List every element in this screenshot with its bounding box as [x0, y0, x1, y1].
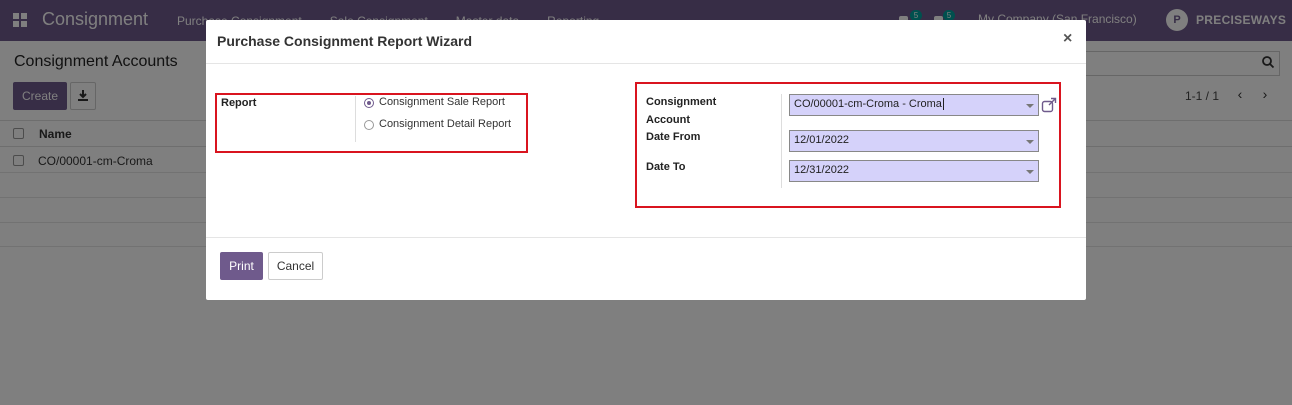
external-link-icon[interactable]	[1041, 97, 1057, 113]
cancel-button[interactable]: Cancel	[268, 252, 323, 280]
report-wizard-dialog: Purchase Consignment Report Wizard × Rep…	[206, 20, 1086, 300]
account-label-line1: Consignment	[646, 96, 717, 108]
date-from-value: 12/01/2022	[794, 134, 850, 146]
date-from-label: Date From	[646, 131, 701, 143]
print-button[interactable]: Print	[220, 252, 263, 280]
date-from-input[interactable]: 12/01/2022	[789, 130, 1039, 152]
modal-header: Purchase Consignment Report Wizard ×	[206, 20, 1086, 64]
radio-label-detail-report[interactable]: Consignment Detail Report	[379, 118, 511, 130]
radio-label-sale-report[interactable]: Consignment Sale Report	[379, 96, 505, 108]
close-icon[interactable]: ×	[1063, 30, 1072, 48]
date-to-input[interactable]: 12/31/2022	[789, 160, 1039, 182]
date-to-value: 12/31/2022	[794, 164, 850, 176]
report-label: Report	[221, 97, 257, 109]
date-to-label: Date To	[646, 161, 686, 173]
field-divider	[355, 96, 356, 142]
radio-detail-report[interactable]	[364, 120, 374, 130]
modal-title: Purchase Consignment Report Wizard	[217, 33, 473, 49]
chevron-down-icon	[1026, 104, 1034, 108]
chevron-down-icon	[1026, 170, 1034, 174]
field-divider	[781, 94, 782, 188]
consignment-account-value: CO/00001-cm-Croma - Croma	[794, 98, 942, 110]
consignment-account-select[interactable]: CO/00001-cm-Croma - Croma	[789, 94, 1039, 116]
chevron-down-icon	[1026, 140, 1034, 144]
footer-divider	[206, 237, 1086, 238]
account-label-line2: Account	[646, 114, 690, 126]
radio-sale-report[interactable]	[364, 98, 374, 108]
